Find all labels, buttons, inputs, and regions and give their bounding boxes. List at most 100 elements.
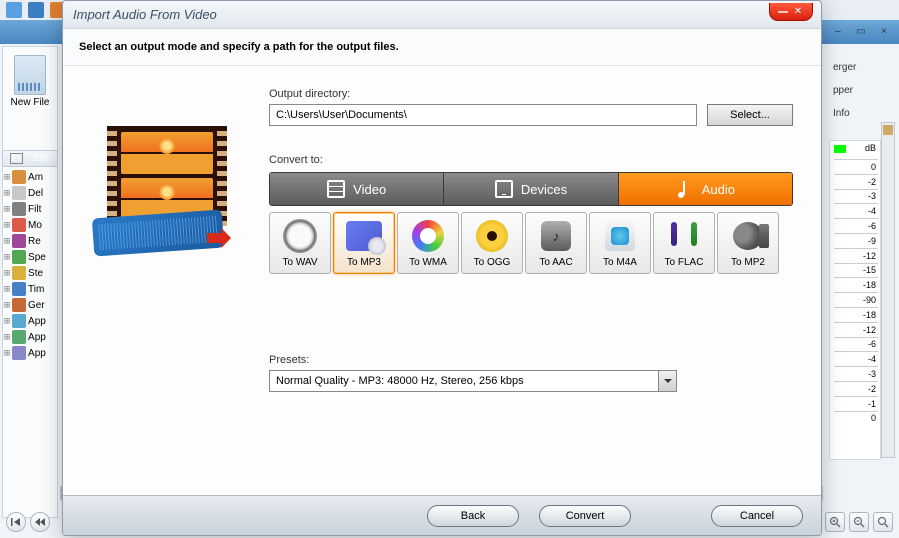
output-directory-input[interactable] <box>269 104 697 126</box>
format-label: To WMA <box>409 257 447 268</box>
effects-tree-item[interactable]: ⊞Tim <box>2 281 58 297</box>
effects-tree-item[interactable]: ⊞Ste <box>2 265 58 281</box>
effects-tree-item[interactable]: ⊞Am <box>2 169 58 185</box>
presets-value: Normal Quality - MP3: 48000 Hz, Stereo, … <box>270 375 658 387</box>
meter-db-label: dB <box>865 143 876 153</box>
zoom-fit-icon[interactable] <box>873 512 893 532</box>
meter-tick: -9 <box>834 233 878 248</box>
tab-devices[interactable]: Devices <box>444 173 618 205</box>
toolbar-icon[interactable] <box>28 2 44 18</box>
format-label: To OGG <box>474 257 511 268</box>
music-note-icon <box>676 180 694 198</box>
meter-tick: -6 <box>834 218 878 233</box>
effects-tree-item[interactable]: ⊞Spe <box>2 249 58 265</box>
new-file-icon[interactable] <box>14 55 46 95</box>
dialog-header-text: Select an output mode and specify a path… <box>79 41 399 53</box>
format-aac[interactable]: To AAC <box>525 212 587 274</box>
convert-to-label: Convert to: <box>269 154 793 166</box>
format-label: To FLAC <box>665 257 704 268</box>
convert-tabs: Video Devices Audio <box>269 172 793 206</box>
meter-tick: -18 <box>834 277 878 292</box>
chevron-down-icon[interactable] <box>658 371 676 391</box>
dialog-titlebar: Import Audio From Video ✕ <box>63 1 821 29</box>
meter-tick: -2 <box>834 381 878 396</box>
effects-tree-item[interactable]: ⊞App <box>2 329 58 345</box>
zoom-controls <box>825 512 893 532</box>
meter-tick: -18 <box>834 307 878 322</box>
format-m4a[interactable]: To M4A <box>589 212 651 274</box>
m4a-icon <box>605 221 635 251</box>
format-mp2[interactable]: To MP2 <box>717 212 779 274</box>
tab-audio[interactable]: Audio <box>619 173 792 205</box>
aac-icon <box>541 221 571 251</box>
effects-tree-item[interactable]: ⊞Ger <box>2 297 58 313</box>
meter-tick: -3 <box>834 189 878 204</box>
meter-tick: 0 <box>834 411 878 426</box>
new-file-label: New File <box>11 97 50 108</box>
mp3-icon <box>346 221 382 251</box>
wav-icon <box>283 219 317 253</box>
meter-tick: -15 <box>834 263 878 278</box>
dialog-minimize-icon[interactable] <box>778 11 788 13</box>
minimize-button[interactable]: – <box>829 26 847 40</box>
meter-tick: -1 <box>834 396 878 411</box>
effects-tree-item[interactable]: ⊞App <box>2 345 58 361</box>
effects-tree-item[interactable]: ⊞Del <box>2 185 58 201</box>
meter-tick: -12 <box>834 248 878 263</box>
output-directory-label: Output directory: <box>269 88 793 100</box>
meter-tick: -3 <box>834 366 878 381</box>
convert-button[interactable]: Convert <box>539 505 631 527</box>
dialog-close-icon[interactable]: ✕ <box>792 6 804 17</box>
format-flac[interactable]: To FLAC <box>653 212 715 274</box>
meter-tick: -4 <box>834 351 878 366</box>
effects-tree-item[interactable]: ⊞Mo <box>2 217 58 233</box>
dialog-illustration-pane <box>63 66 263 495</box>
film-to-audio-illustration <box>93 126 233 256</box>
meter-tick: 0 <box>834 159 878 174</box>
select-directory-button[interactable]: Select... <box>707 104 793 126</box>
effects-tree-item[interactable]: ⊞Re <box>2 233 58 249</box>
meter-tick: -6 <box>834 337 878 352</box>
zoom-in-icon[interactable] <box>825 512 845 532</box>
format-label: To M4A <box>603 257 637 268</box>
maximize-button[interactable]: ▭ <box>852 26 870 40</box>
format-label: To MP2 <box>731 257 765 268</box>
meter-tick: -12 <box>834 322 878 337</box>
back-button[interactable]: Back <box>427 505 519 527</box>
playback-controls <box>6 512 50 532</box>
mp2-icon <box>733 222 763 250</box>
film-icon <box>327 180 345 198</box>
right-panel-item[interactable]: erger <box>833 56 893 79</box>
close-button[interactable]: × <box>875 26 893 40</box>
right-panel-item[interactable]: pper <box>833 79 893 102</box>
toolbar-icon[interactable] <box>6 2 22 18</box>
effects-tree-item[interactable]: ⊞Filt <box>2 201 58 217</box>
format-label: To MP3 <box>347 257 381 268</box>
format-label: To AAC <box>539 257 572 268</box>
format-wma[interactable]: To WMA <box>397 212 459 274</box>
skip-back-button[interactable] <box>6 512 26 532</box>
dialog-close-group: ✕ <box>769 3 813 21</box>
format-wav[interactable]: To WAV <box>269 212 331 274</box>
zoom-out-icon[interactable] <box>849 512 869 532</box>
effects-tab[interactable]: E↕Effe <box>2 150 58 167</box>
level-meter: dB 0-2-3-4-6-9-12-15-18-90-18-12-6-4-3-2… <box>829 140 881 460</box>
dialog-header: Select an output mode and specify a path… <box>63 29 821 66</box>
dialog-footer: Back Convert Cancel <box>63 495 821 535</box>
dialog-title: Import Audio From Video <box>73 7 217 22</box>
meter-tick: -2 <box>834 174 878 189</box>
right-items: ergerpperInfo <box>833 56 893 125</box>
effects-tree-item[interactable]: ⊞App <box>2 313 58 329</box>
meter-tick: -90 <box>834 292 878 307</box>
presets-dropdown[interactable]: Normal Quality - MP3: 48000 Hz, Stereo, … <box>269 370 677 392</box>
rewind-button[interactable] <box>30 512 50 532</box>
presets-label: Presets: <box>269 354 793 366</box>
format-ogg[interactable]: To OGG <box>461 212 523 274</box>
tab-video[interactable]: Video <box>270 173 444 205</box>
cancel-button[interactable]: Cancel <box>711 505 803 527</box>
meter-peak-indicator <box>834 145 846 153</box>
flac-icon <box>667 222 701 250</box>
format-mp3[interactable]: To MP3 <box>333 212 395 274</box>
vertical-scrollbar[interactable] <box>881 122 895 458</box>
format-label: To WAV <box>282 257 317 268</box>
